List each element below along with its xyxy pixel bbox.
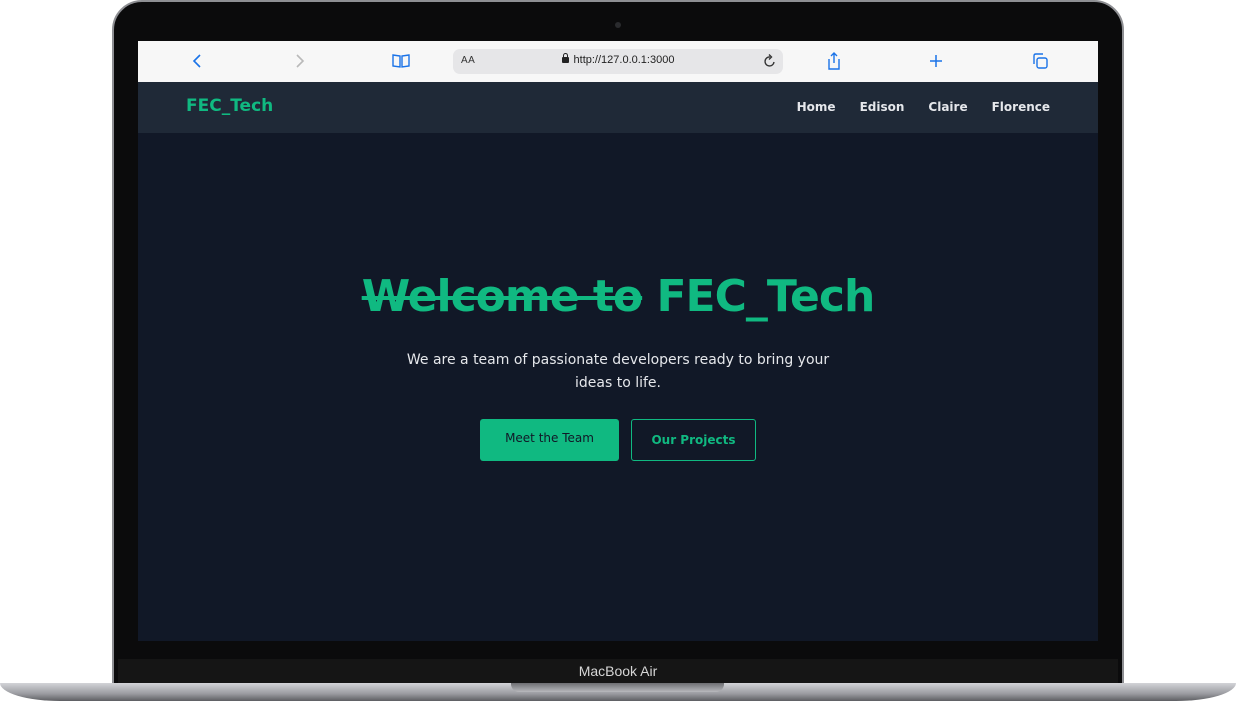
tabs-icon[interactable]	[1029, 50, 1051, 72]
our-projects-button[interactable]: Our Projects	[631, 419, 756, 461]
bookmarks-icon[interactable]	[390, 50, 412, 72]
laptop-chin: MacBook Air	[118, 659, 1118, 683]
new-tab-icon[interactable]	[925, 50, 947, 72]
back-icon[interactable]	[186, 50, 208, 72]
lock-icon	[561, 53, 569, 63]
reload-icon[interactable]	[763, 53, 777, 74]
device-mockup: AA http://127.0.0.1:3000 FEC_Tech Home E…	[0, 0, 1236, 710]
nav-link-claire[interactable]: Claire	[928, 100, 967, 114]
forward-icon[interactable]	[289, 50, 311, 72]
hero-title-struck: Welcome to	[361, 271, 643, 322]
address-bar[interactable]: AA http://127.0.0.1:3000	[453, 49, 783, 74]
nav-link-home[interactable]: Home	[797, 100, 836, 114]
screen: AA http://127.0.0.1:3000 FEC_Tech Home E…	[138, 41, 1098, 641]
device-label: MacBook Air	[578, 663, 658, 679]
nav-link-edison[interactable]: Edison	[860, 100, 905, 114]
share-icon[interactable]	[823, 50, 845, 72]
browser-toolbar: AA http://127.0.0.1:3000	[138, 41, 1098, 83]
nav-links: Home Edison Claire Florence	[797, 100, 1050, 114]
nav-link-florence[interactable]: Florence	[992, 100, 1050, 114]
hero-title: Welcome to FEC_Tech	[138, 271, 1098, 322]
site-logo[interactable]: FEC_Tech	[186, 96, 273, 116]
meet-the-team-button[interactable]: Meet the Team	[480, 419, 619, 461]
laptop-notch	[511, 683, 724, 692]
hero-subtitle: We are a team of passionate developers r…	[406, 352, 830, 391]
camera-icon	[615, 22, 621, 28]
hero-title-brand: FEC_Tech	[656, 271, 875, 322]
url-text: http://127.0.0.1:3000	[573, 54, 675, 66]
site-navbar: FEC_Tech Home Edison Claire Florence	[138, 82, 1098, 133]
hero-section: Welcome to FEC_Tech We are a team of pas…	[138, 133, 1098, 641]
